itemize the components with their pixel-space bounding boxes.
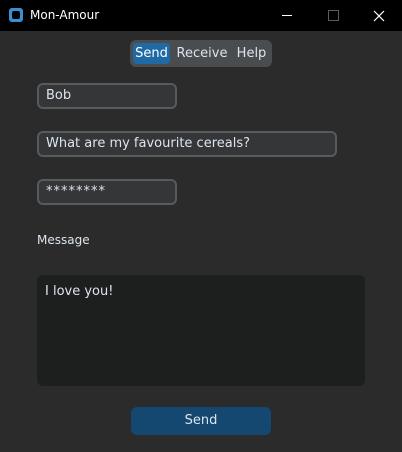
send-button[interactable]: Send [131, 407, 271, 435]
name-field[interactable]: Bob [37, 83, 177, 109]
tab-send[interactable]: Send [133, 43, 170, 64]
maximize-button[interactable] [310, 0, 356, 31]
close-button[interactable] [356, 0, 402, 31]
title-bar: Mon-Amour [0, 0, 402, 31]
app-icon [9, 8, 23, 22]
question-field[interactable]: What are my favourite cereals? [37, 131, 337, 157]
minimize-button[interactable] [264, 0, 310, 31]
minimize-icon [282, 15, 292, 16]
message-label: Message [37, 233, 90, 247]
tab-receive[interactable]: Receive [175, 43, 229, 64]
password-field[interactable]: ******** [37, 179, 177, 205]
close-icon [373, 10, 385, 21]
maximize-icon [327, 10, 339, 21]
window-title: Mon-Amour [30, 8, 100, 22]
tab-bar: Send Receive Help [130, 40, 272, 67]
tab-help[interactable]: Help [234, 43, 269, 64]
message-textbox[interactable]: I love you! [37, 275, 365, 386]
